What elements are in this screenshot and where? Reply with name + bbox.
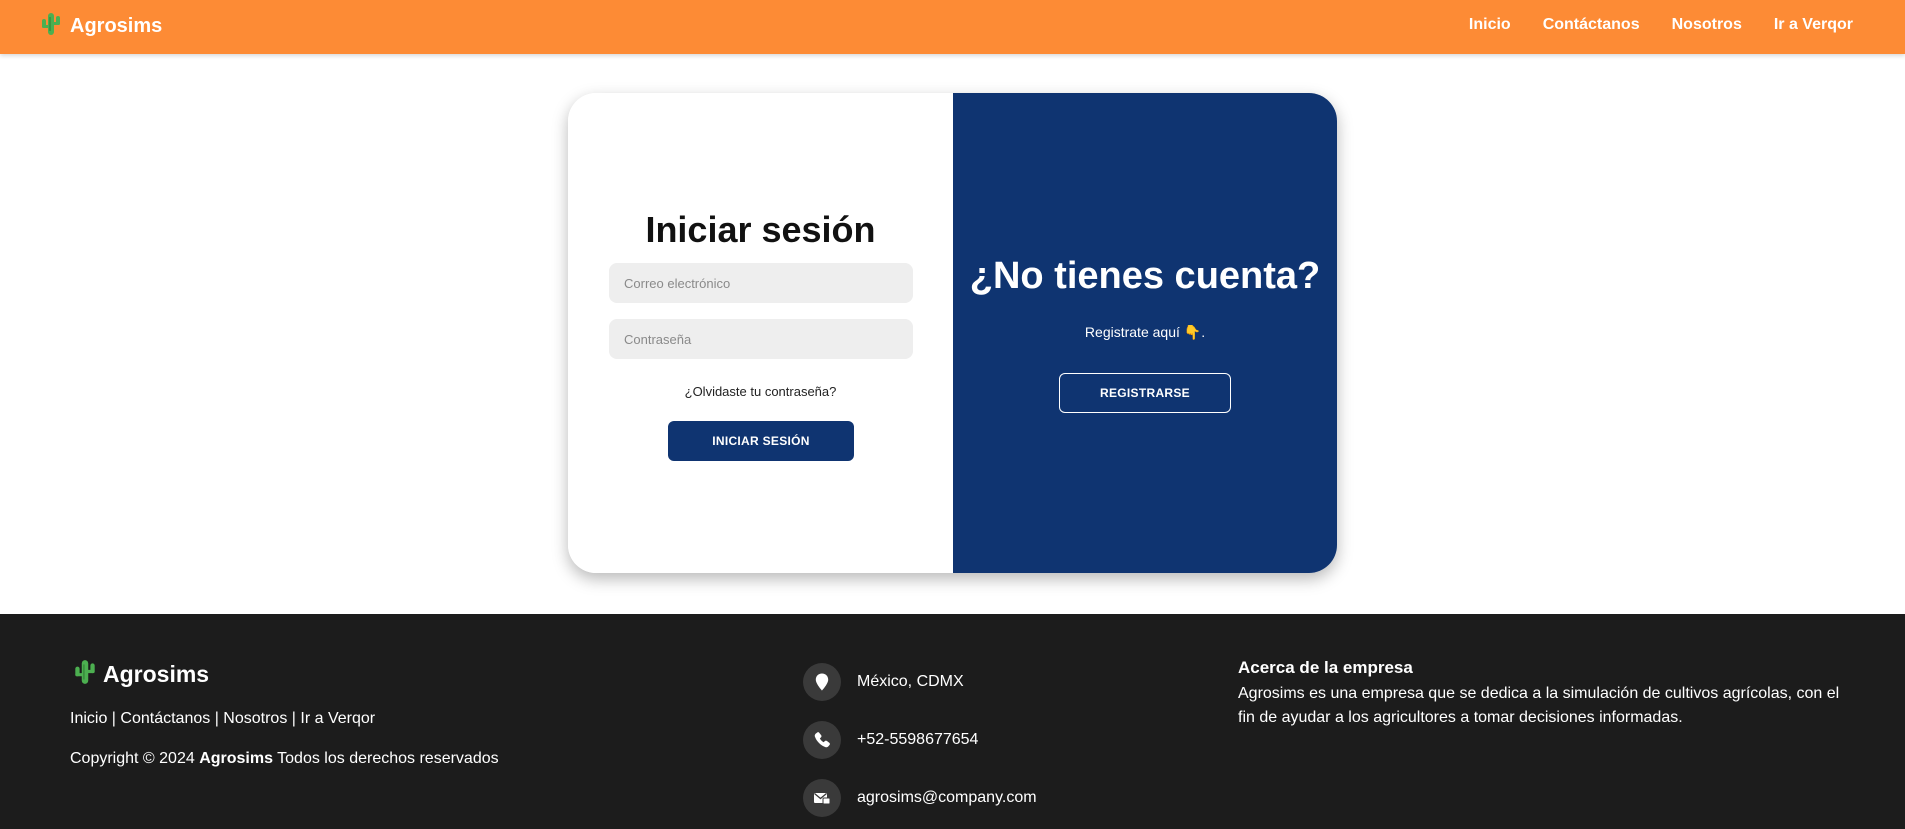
top-navbar: Agrosims Inicio Contáctanos Nosotros Ir … (0, 0, 1905, 54)
about-title: Acerca de la empresa (1238, 658, 1413, 677)
copyright-brand: Agrosims (199, 750, 273, 767)
phone-icon (803, 721, 841, 759)
nav-link-nosotros[interactable]: Nosotros (1672, 16, 1742, 34)
forgot-password-link[interactable]: ¿Olvidaste tu contraseña? (568, 384, 953, 399)
footer-link-verqor[interactable]: Ir a Verqor (300, 710, 375, 727)
login-title: Iniciar sesión (645, 209, 876, 250)
phone-text: +52-5598677654 (857, 731, 979, 748)
footer-separator: | (107, 710, 121, 727)
nav-link-verqor[interactable]: Ir a Verqor (1774, 16, 1853, 34)
footer: Agrosims Inicio | Contáctanos | Nosotros… (0, 614, 1905, 829)
contact-email: agrosims@company.com (803, 779, 1037, 817)
signup-text: Registrate aquí 👇. (1084, 324, 1206, 340)
contact-location: México, CDMX (803, 663, 964, 701)
signup-title: ¿No tienes cuenta? (969, 255, 1321, 297)
copyright-prefix: Copyright © 2024 (70, 750, 200, 767)
envelope-icon (803, 779, 841, 817)
login-button[interactable]: INICIAR SESIÓN (668, 421, 854, 461)
brand-name: Agrosims (70, 15, 163, 37)
signup-panel: ¿No tienes cuenta? Registrate aquí 👇. RE… (953, 93, 1337, 573)
footer-separator: | (287, 710, 301, 727)
footer-link-nosotros[interactable]: Nosotros (223, 710, 287, 727)
map-pin-icon (803, 663, 841, 701)
footer-link-inicio[interactable]: Inicio (70, 710, 107, 727)
nav-link-contactanos[interactable]: Contáctanos (1543, 16, 1640, 34)
cactus-icon (40, 11, 62, 42)
email-text[interactable]: agrosims@company.com (857, 789, 1037, 807)
about-text: Agrosims es una empresa que se dedica a … (1238, 685, 1840, 726)
brand-link[interactable]: Agrosims (40, 11, 162, 42)
location-text: México, CDMX (857, 673, 964, 690)
copyright: Copyright © 2024 Agrosims Todos los dere… (70, 750, 499, 768)
contact-phone: +52-5598677654 (803, 721, 978, 759)
footer-link-contactanos[interactable]: Contáctanos (120, 710, 210, 727)
nav-link-inicio[interactable]: Inicio (1469, 16, 1511, 34)
nav-menu: Inicio Contáctanos Nosotros Ir a Verqor (1469, 16, 1853, 34)
email-input[interactable] (609, 263, 913, 303)
password-input[interactable] (609, 319, 913, 359)
login-panel: Iniciar sesión ¿Olvidaste tu contraseña?… (568, 93, 953, 573)
copyright-suffix: Todos los derechos reservados (273, 750, 499, 767)
footer-brand: Agrosims (73, 658, 209, 691)
register-button[interactable]: REGISTRARSE (1059, 373, 1231, 413)
footer-links: Inicio | Contáctanos | Nosotros | Ir a V… (70, 710, 375, 728)
footer-separator: | (210, 710, 224, 727)
footer-brand-name: Agrosims (103, 661, 210, 687)
about-section: Acerca de la empresa Agrosims es una emp… (1238, 658, 1858, 730)
cactus-icon (73, 658, 97, 691)
auth-card: Iniciar sesión ¿Olvidaste tu contraseña?… (568, 93, 1337, 573)
